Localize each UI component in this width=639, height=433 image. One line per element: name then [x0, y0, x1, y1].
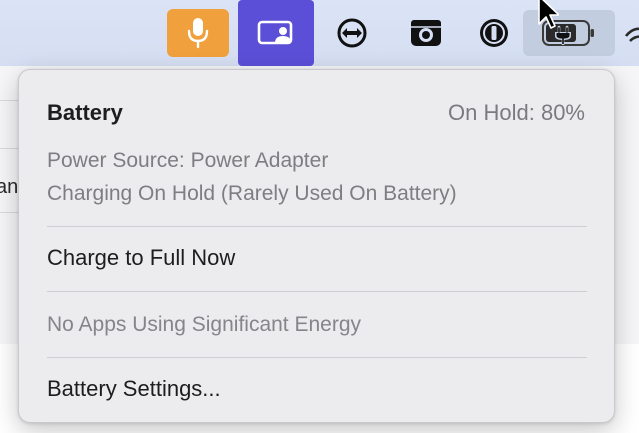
1password-status-item[interactable]: [468, 8, 520, 58]
screen-share-status-item[interactable]: [238, 0, 314, 66]
1password-icon: [480, 19, 508, 47]
microphone-icon: [187, 18, 209, 49]
menu-separator: [47, 291, 587, 292]
wifi-status-item[interactable]: [622, 8, 639, 58]
battery-menu-title: Battery: [47, 100, 123, 125]
battery-settings-item[interactable]: Battery Settings...: [47, 376, 221, 402]
power-source-text: Power Source: Power Adapter: [47, 149, 329, 172]
teamviewer-icon: [337, 18, 367, 48]
wifi-icon: [624, 27, 639, 42]
background-text: an: [0, 176, 19, 198]
energy-usage-text: No Apps Using Significant Energy: [47, 313, 362, 336]
teamviewer-status-item[interactable]: [326, 8, 378, 58]
menu-separator: [47, 357, 587, 358]
camera-status-item[interactable]: [400, 8, 452, 58]
microphone-status-item[interactable]: [167, 9, 229, 57]
battery-charge-status: On Hold: 80%: [448, 100, 585, 125]
mouse-cursor-icon: [538, 0, 559, 29]
battery-menu: Battery On Hold: 80% Power Source: Power…: [18, 69, 615, 423]
charging-state-text: Charging On Hold (Rarely Used On Battery…: [47, 182, 457, 205]
camera-icon: [411, 20, 441, 46]
screen-share-icon: [257, 20, 293, 45]
menu-separator: [47, 226, 587, 227]
charge-to-full-now-item[interactable]: Charge to Full Now: [47, 245, 235, 271]
